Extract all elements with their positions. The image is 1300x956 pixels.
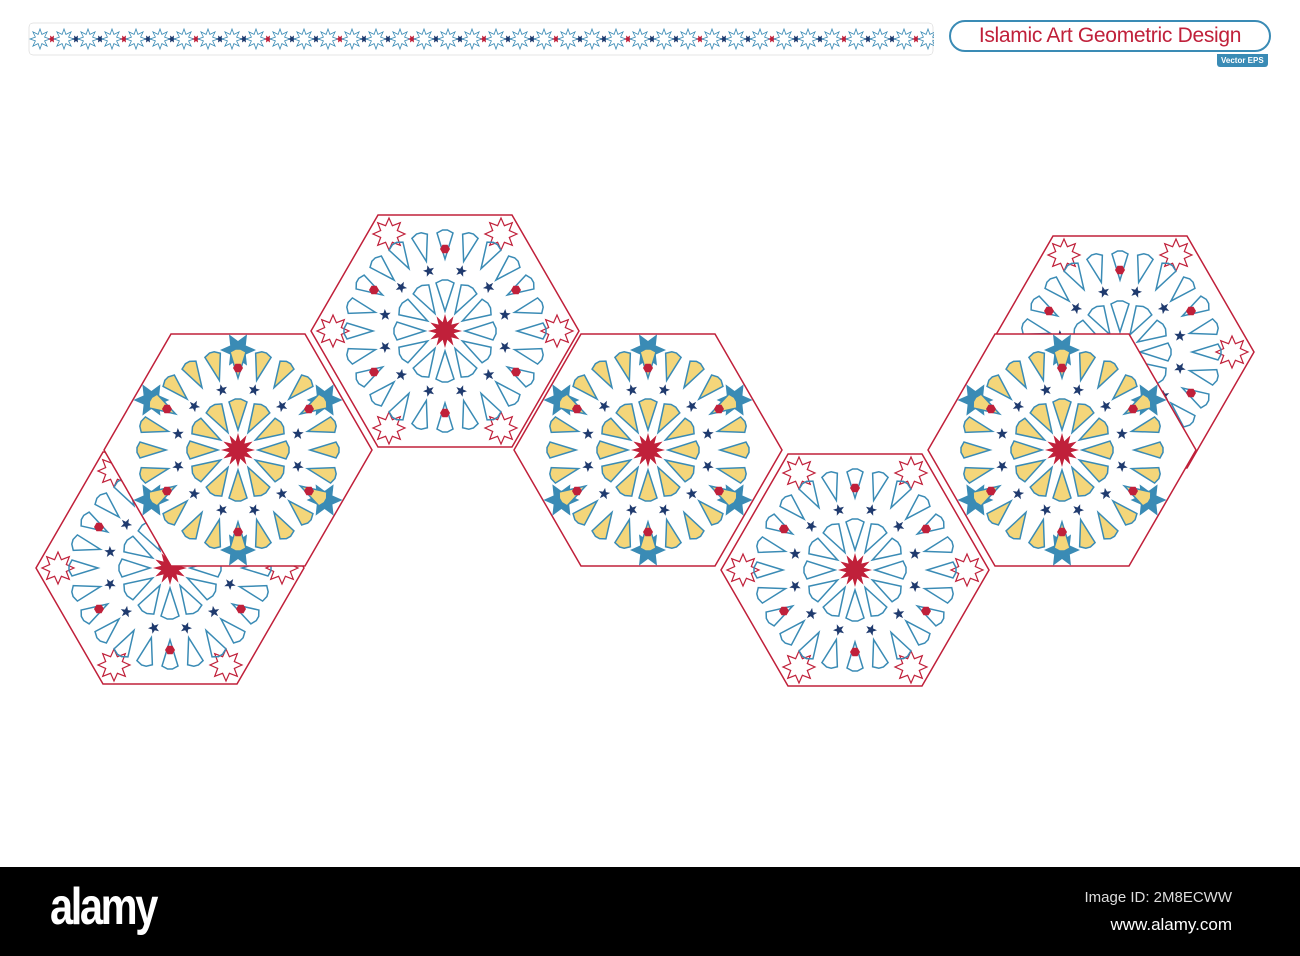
watermark-footer: alamy Image ID: 2M8ECWW www.alamy.com xyxy=(0,867,1300,956)
alamy-logo: alamy xyxy=(50,878,158,936)
hexagon-tile xyxy=(720,453,990,687)
site-url: www.alamy.com xyxy=(1110,915,1232,934)
hexagon-tile-artwork xyxy=(35,214,1255,687)
image-id: Image ID: 2M8ECWW xyxy=(1084,889,1232,906)
